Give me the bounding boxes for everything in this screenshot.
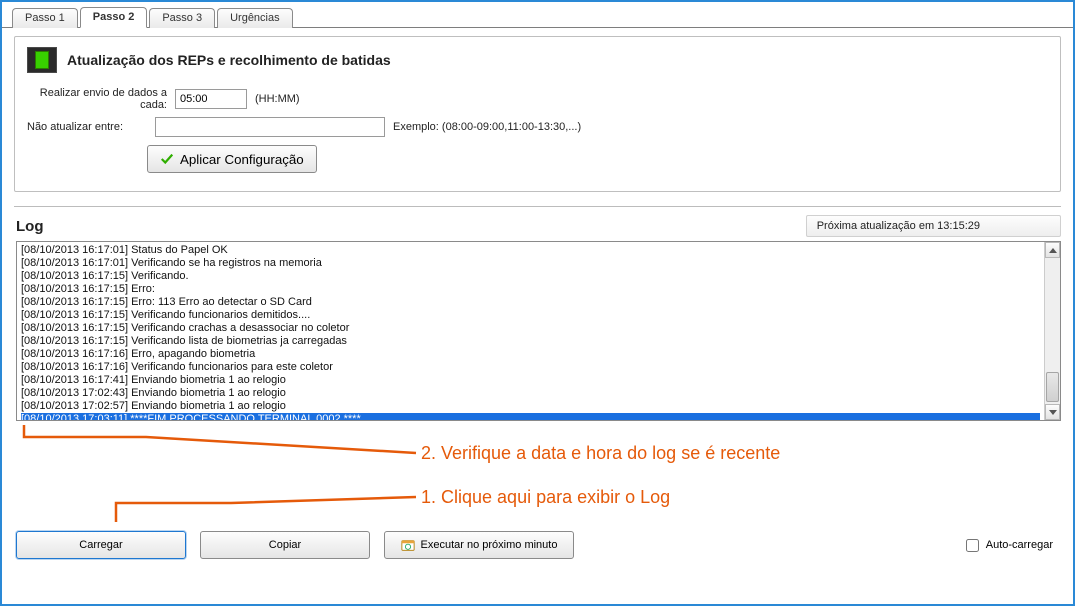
chevron-up-icon [1049,248,1057,253]
scroll-track[interactable] [1045,258,1060,404]
tab-strip: Passo 1 Passo 2 Passo 3 Urgências [2,4,1073,28]
log-title: Log [16,218,44,235]
tab-urgencias[interactable]: Urgências [217,8,293,28]
log-line[interactable]: [08/10/2013 16:17:16] Erro, apagando bio… [21,348,1040,361]
log-line[interactable]: [08/10/2013 16:17:15] Verificando cracha… [21,322,1040,335]
log-line[interactable]: [08/10/2013 16:17:15] Verificando lista … [21,335,1040,348]
log-scrollbar[interactable] [1044,242,1060,420]
log-line[interactable]: [08/10/2013 16:17:15] Verificando funcio… [21,309,1040,322]
copy-button[interactable]: Copiar [200,531,370,559]
apply-config-label: Aplicar Configuração [180,152,304,167]
log-line[interactable]: [08/10/2013 17:02:43] Enviando biometria… [21,387,1040,400]
log-line[interactable]: [08/10/2013 16:17:16] Verificando funcio… [21,361,1040,374]
next-update-status: Próxima atualização em 13:15:29 [806,215,1061,237]
annotation-note-2: 2. Verifique a data e hora do log se é r… [421,443,780,464]
rep-device-icon [27,47,57,73]
interval-hint: (HH:MM) [255,93,300,105]
log-listbox[interactable]: [08/10/2013 16:17:01] Status do Papel OK… [16,241,1061,421]
config-section: Atualização dos REPs e recolhimento de b… [14,36,1061,192]
log-line[interactable]: [08/10/2013 16:17:15] Erro: [21,283,1040,296]
annotation-note-1: 1. Clique aqui para exibir o Log [421,487,670,508]
auto-load-label: Auto-carregar [986,539,1053,551]
tab-passo3[interactable]: Passo 3 [149,8,215,28]
scroll-thumb[interactable] [1046,372,1059,402]
exclude-label: Não atualizar entre: [27,121,147,133]
scroll-down-button[interactable] [1045,404,1060,420]
log-line[interactable]: [08/10/2013 16:17:15] Verificando. [21,270,1040,283]
log-line[interactable]: [08/10/2013 17:02:57] Enviando biometria… [21,400,1040,413]
auto-load-checkbox[interactable] [966,539,979,552]
log-line[interactable]: [08/10/2013 16:17:41] Enviando biometria… [21,374,1040,387]
auto-load-checkbox-wrap[interactable]: Auto-carregar [962,536,1053,555]
annotation-overlay: 2. Verifique a data e hora do log se é r… [16,425,1061,525]
scroll-up-button[interactable] [1045,242,1060,258]
section-title: Atualização dos REPs e recolhimento de b… [67,52,391,68]
apply-config-button[interactable]: Aplicar Configuração [147,145,317,173]
interval-input[interactable] [175,89,247,109]
tab-passo2[interactable]: Passo 2 [80,7,148,28]
tab-passo1[interactable]: Passo 1 [12,8,78,28]
log-line[interactable]: [08/10/2013 16:17:15] Erro: 113 Erro ao … [21,296,1040,309]
exclude-input[interactable] [155,117,385,137]
load-button[interactable]: Carregar [16,531,186,559]
log-line[interactable]: [08/10/2013 16:17:01] Verificando se ha … [21,257,1040,270]
clock-icon [401,538,415,552]
interval-label: Realizar envio de dados a cada: [27,87,167,111]
exclude-hint: Exemplo: (08:00-09:00,11:00-13:30,...) [393,121,581,133]
log-line[interactable]: [08/10/2013 16:17:01] Status do Papel OK [21,244,1040,257]
check-icon [160,152,174,166]
run-next-minute-button[interactable]: Executar no próximo minuto [384,531,574,559]
log-line[interactable]: [08/10/2013 17:03:11] ****FIM PROCESSAND… [21,413,1040,420]
chevron-down-icon [1049,410,1057,415]
